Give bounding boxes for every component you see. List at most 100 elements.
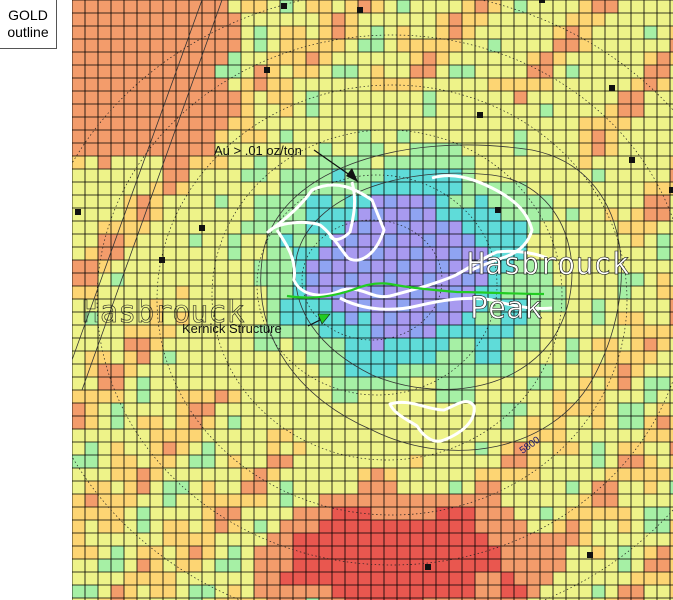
grid-cell [85, 416, 98, 429]
grid-cell [488, 494, 501, 507]
grid-cell [98, 520, 111, 533]
grid-cell [137, 494, 150, 507]
grid-cell [657, 39, 670, 52]
grid-cell [553, 468, 566, 481]
grid-cell [111, 338, 124, 351]
grid-cell [85, 104, 98, 117]
grid-cell [176, 338, 189, 351]
grid-cell [579, 299, 592, 312]
grid-cell [176, 156, 189, 169]
grid-cell [150, 273, 163, 286]
grid-cell [527, 26, 540, 39]
grid-cell [540, 403, 553, 416]
grid-cell [384, 546, 397, 559]
grid-cell [163, 52, 176, 65]
grid-cell [449, 117, 462, 130]
grid-cell [124, 65, 137, 78]
grid-cell [319, 208, 332, 221]
grid-cell [228, 208, 241, 221]
grid-cell [371, 507, 384, 520]
grid-cell [566, 312, 579, 325]
grid-cell [449, 182, 462, 195]
grid-cell [85, 169, 98, 182]
grid-cell [254, 221, 267, 234]
grid-cell [150, 91, 163, 104]
grid-cell [280, 39, 293, 52]
grid-cell [384, 221, 397, 234]
grid-cell [579, 494, 592, 507]
grid-cell [85, 65, 98, 78]
grid-cell [137, 364, 150, 377]
grid-cell [384, 65, 397, 78]
grid-cell [644, 156, 657, 169]
grid-cell [124, 468, 137, 481]
grid-cell [423, 494, 436, 507]
grid-cell [579, 468, 592, 481]
grid-cell [462, 546, 475, 559]
grid-cell [98, 403, 111, 416]
grid-cell [176, 585, 189, 598]
grid-cell [644, 299, 657, 312]
grid-cell [644, 260, 657, 273]
grid-cell [85, 585, 98, 598]
grid-cell [579, 429, 592, 442]
grid-cell [449, 351, 462, 364]
grid-cell [371, 26, 384, 39]
grid-cell [371, 533, 384, 546]
grid-cell [72, 351, 85, 364]
grid-cell [137, 585, 150, 598]
grid-cell [163, 390, 176, 403]
grid-cell [150, 520, 163, 533]
grid-cell [657, 533, 670, 546]
grid-cell [384, 338, 397, 351]
grid-cell [267, 546, 280, 559]
grid-cell [72, 533, 85, 546]
grid-cell [306, 585, 319, 598]
grid-cell [72, 338, 85, 351]
grid-cell [280, 442, 293, 455]
grid-cell [228, 26, 241, 39]
grid-cell [280, 468, 293, 481]
grid-cell [566, 442, 579, 455]
grid-cell [592, 13, 605, 26]
grid-cell [332, 455, 345, 468]
grid-cell [631, 0, 644, 13]
grid-cell [189, 208, 202, 221]
grid-cell [319, 585, 332, 598]
grid-cell [85, 195, 98, 208]
grid-cell [267, 130, 280, 143]
grid-cell [241, 273, 254, 286]
grid-cell [137, 234, 150, 247]
grid-cell [254, 91, 267, 104]
grid-cell [241, 52, 254, 65]
grid-cell [280, 13, 293, 26]
grid-cell [462, 39, 475, 52]
grid-cell [462, 195, 475, 208]
grid-cell [475, 429, 488, 442]
grid-cell [280, 377, 293, 390]
grid-cell [215, 572, 228, 585]
gold-anomaly-map[interactable]: Hasbrouck Peak Hasbrouck Au > .01 oz/ton… [72, 0, 673, 600]
grid-cell [540, 520, 553, 533]
grid-cell [319, 377, 332, 390]
grid-cell [267, 247, 280, 260]
grid-cell [163, 481, 176, 494]
grid-cell [384, 533, 397, 546]
grid-cell [618, 26, 631, 39]
grid-cell [228, 416, 241, 429]
grid-cell [98, 0, 111, 13]
grid-cell [566, 78, 579, 91]
grid-cell [202, 117, 215, 130]
grid-cell [436, 104, 449, 117]
grid-cell [241, 247, 254, 260]
grid-cell [267, 234, 280, 247]
grid-cell [189, 13, 202, 26]
grid-cell [241, 572, 254, 585]
grid-cell [85, 156, 98, 169]
grid-cell [423, 156, 436, 169]
grid-cell [124, 143, 137, 156]
grid-cell [540, 117, 553, 130]
grid-cell [436, 468, 449, 481]
grid-cell [553, 221, 566, 234]
grid-cell [176, 507, 189, 520]
